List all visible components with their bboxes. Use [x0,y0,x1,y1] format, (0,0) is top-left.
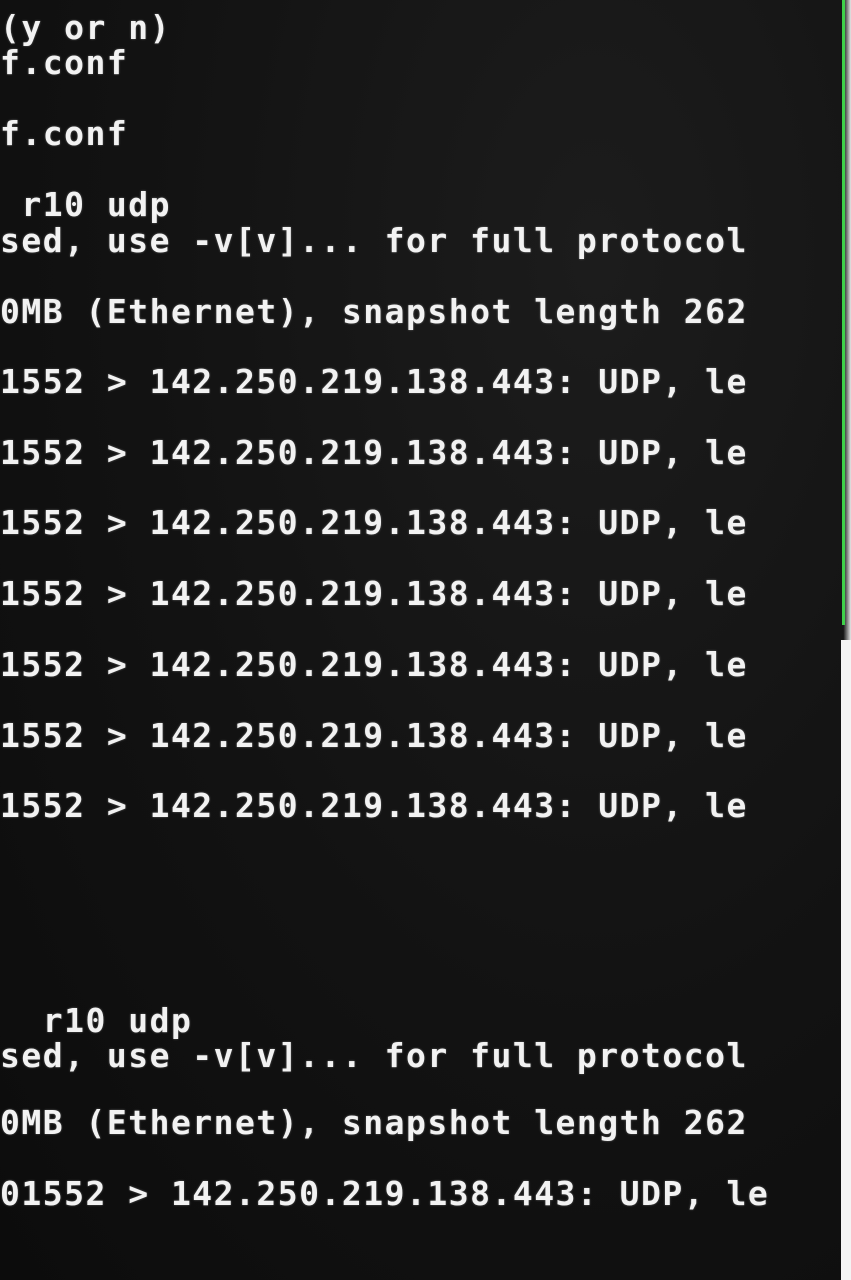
terminal-line: 1552 > 142.250.219.138.443: UDP, le [0,433,748,472]
terminal-line: (y or n) [0,8,171,47]
terminal-line: 1552 > 142.250.219.138.443: UDP, le [0,786,748,825]
terminal-line: 01552 > 142.250.219.138.443: UDP, le [0,1174,770,1213]
terminal-line: f.conf [0,43,129,82]
terminal-line: 0MB (Ethernet), snapshot length 262 [0,1103,748,1142]
terminal-line: 1552 > 142.250.219.138.443: UDP, le [0,362,748,401]
terminal-line: 1552 > 142.250.219.138.443: UDP, le [0,503,748,542]
terminal-line: sed, use -v[v]... for full protocol [0,221,748,260]
terminal-output[interactable]: (y or n) f.conf f.conf r10 udp sed, use … [0,0,838,1280]
terminal-line: 1552 > 142.250.219.138.443: UDP, le [0,574,748,613]
terminal-line: r10 udp [0,1001,193,1040]
terminal-line: 1552 > 142.250.219.138.443: UDP, le [0,716,748,755]
terminal-line: r10 udp [0,185,171,224]
terminal-screen: (y or n) f.conf f.conf r10 udp sed, use … [0,0,851,1280]
terminal-line: 1552 > 142.250.219.138.443: UDP, le [0,645,748,684]
window-focus-border [842,0,845,625]
terminal-line: 0MB (Ethernet), snapshot length 262 [0,292,748,331]
terminal-line: sed, use -v[v]... for full protocol [0,1036,748,1075]
window-right-edge-lower [841,640,851,1280]
terminal-line: f.conf [0,114,129,153]
